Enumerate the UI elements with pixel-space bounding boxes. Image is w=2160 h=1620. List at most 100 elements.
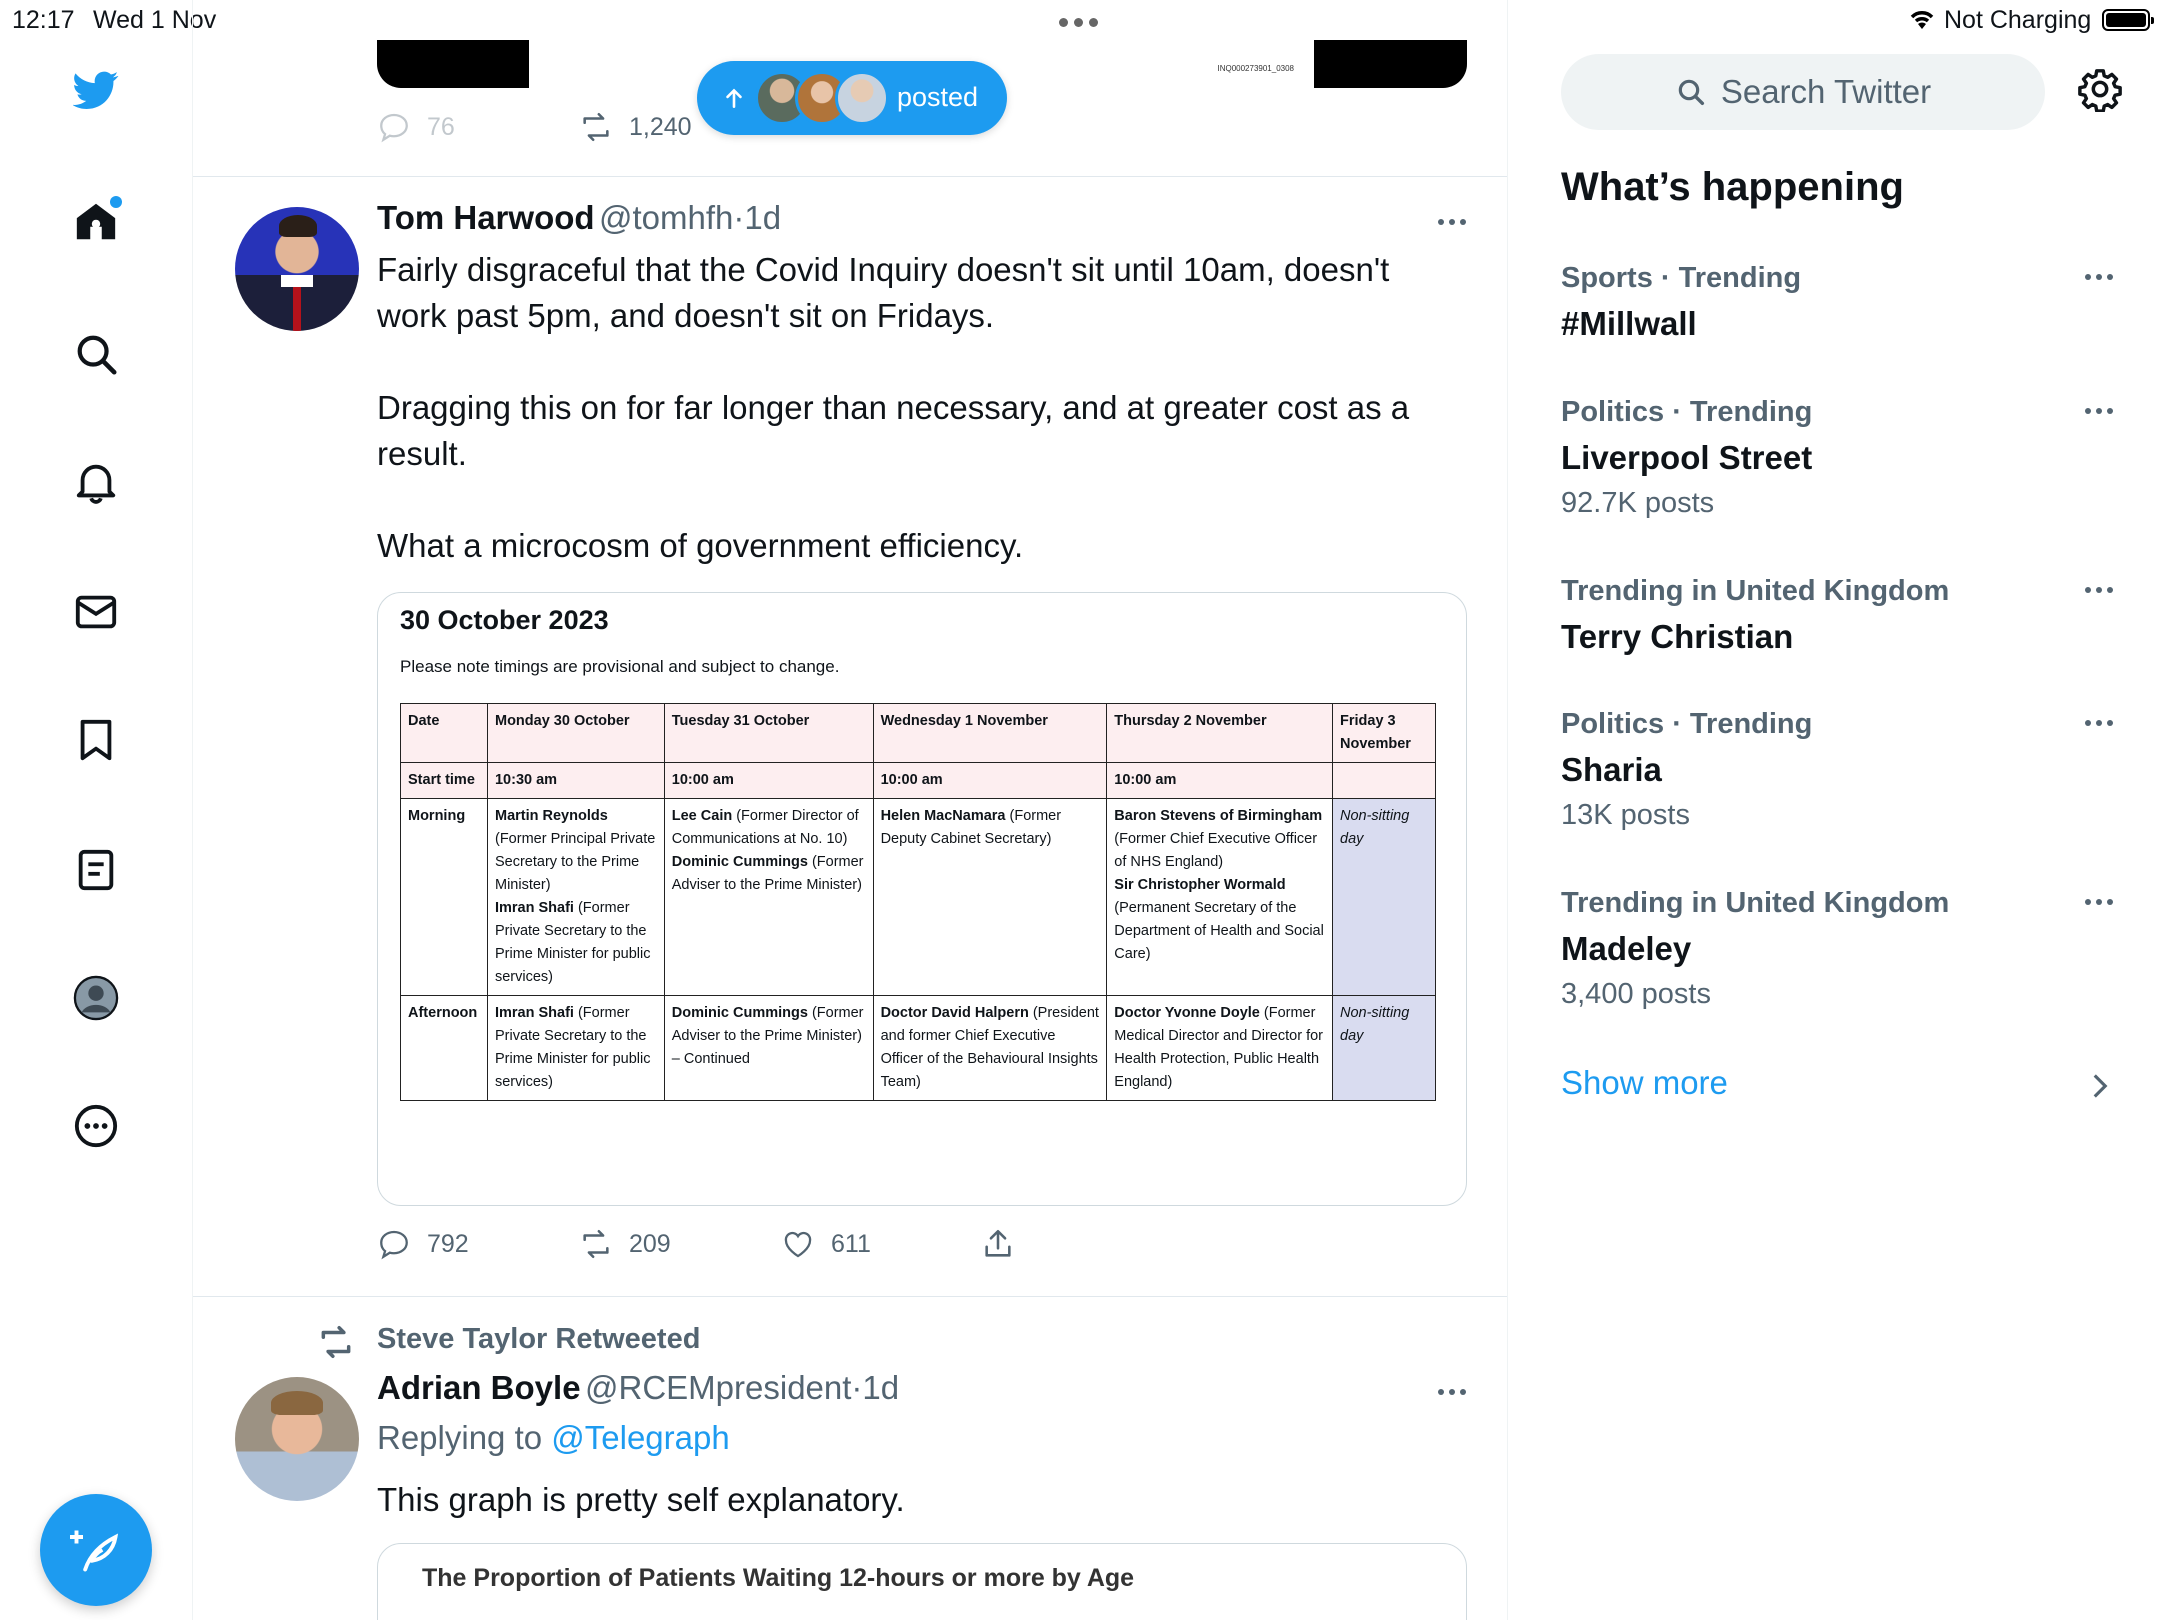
tweet[interactable]: Steve Taylor Retweeted Adrian Boyle @RCE…: [193, 1297, 1507, 1620]
heart-icon: [784, 1231, 812, 1258]
author-handle[interactable]: @RCEMpresident: [585, 1369, 851, 1406]
trend-more-button[interactable]: [2085, 587, 2113, 593]
tweet-image-graph[interactable]: The Proportion of Patients Waiting 12-ho…: [377, 1543, 1467, 1620]
settings-gear-icon[interactable]: [2077, 66, 2123, 112]
nav-lists[interactable]: [72, 846, 120, 894]
trend-item[interactable]: Trending in United Kingdom Terry Christi…: [1561, 575, 2121, 656]
document-reference: INQ000273901_0308: [1217, 64, 1294, 73]
trend-item[interactable]: Trending in United Kingdom Madeley 3,400…: [1561, 887, 2121, 1011]
author-name[interactable]: Tom Harwood: [377, 199, 595, 236]
lists-icon: [78, 849, 114, 891]
share-icon: [985, 1229, 1011, 1257]
schedule-header-cell: Monday 30 October: [486, 703, 665, 763]
schedule-note: Please note timings are provisional and …: [400, 657, 840, 676]
witness-name: Baron Stevens of Birmingham: [1114, 808, 1323, 824]
nav-notifications[interactable]: [72, 458, 120, 506]
bookmark-icon: [80, 719, 112, 761]
start-time-cell: 10:30 am: [486, 762, 665, 799]
separator-dot: ·: [733, 199, 745, 236]
schedule-header-cell: Friday 3 November: [1332, 703, 1436, 763]
right-sidebar: Search Twitter What’s happening Sports ·…: [1509, 0, 2160, 1620]
reply-button[interactable]: 792: [377, 1227, 579, 1261]
start-time-cell: 10:00 am: [872, 762, 1108, 799]
posted-label: posted: [897, 82, 979, 112]
nav-explore[interactable]: [72, 330, 120, 378]
tweet-image-schedule[interactable]: 30 October 2023 Please note timings are …: [377, 592, 1467, 1206]
witness-name: Dominic Cummings: [671, 1005, 808, 1021]
trend-post-count: 3,400 posts: [1561, 978, 1711, 1010]
reply-button[interactable]: 76: [377, 110, 579, 144]
nav-profile[interactable]: [72, 974, 120, 1022]
like-button[interactable]: 611: [781, 1227, 981, 1261]
replying-to: Replying to @Telegraph: [377, 1419, 730, 1457]
status-time: 12:17: [12, 6, 75, 34]
trend-more-button[interactable]: [2085, 274, 2113, 280]
witness-name: Martin Reynolds: [494, 808, 608, 824]
avatar[interactable]: [235, 207, 359, 331]
session-cell: Doctor Yvonne Doyle (Former Medical Dire…: [1106, 995, 1333, 1101]
retweet-button[interactable]: 209: [579, 1227, 781, 1261]
show-more-link[interactable]: Show more: [1561, 1064, 1728, 1102]
new-posts-pill[interactable]: posted: [697, 61, 1007, 135]
start-time-cell: [1332, 762, 1436, 799]
tweet-more-button[interactable]: [1438, 219, 1466, 225]
tweet[interactable]: Tom Harwood @tomhfh·1d Fairly disgracefu…: [193, 177, 1507, 1297]
bell-icon: [76, 464, 116, 504]
witness-role: (Permanent Secretary of the Department o…: [1114, 900, 1324, 962]
tweet-timestamp[interactable]: 1d: [744, 199, 781, 236]
session-cell: Helen MacNamara (Former Deputy Cabinet S…: [872, 798, 1108, 996]
trend-title: Liverpool Street: [1561, 439, 1813, 476]
tweet-more-button[interactable]: [1438, 1389, 1466, 1395]
author-handle[interactable]: @tomhfh: [599, 199, 733, 236]
session-cell: Martin Reynolds (Former Principal Privat…: [486, 798, 665, 996]
schedule-table: Date Monday 30 October Tuesday 31 October W…: [400, 703, 1436, 1101]
nav-home[interactable]: [72, 196, 122, 246]
trend-category: Trending in United Kingdom: [1561, 887, 1950, 919]
timeline[interactable]: INQ000273901_0308 76 1,240 posted Tom Ha…: [192, 0, 1508, 1620]
search-placeholder: Search Twitter: [1720, 73, 1932, 110]
home-unread-dot: [110, 196, 122, 208]
session-label: Morning: [400, 798, 488, 996]
retweet-icon: [583, 1229, 609, 1259]
twitter-logo-icon[interactable]: [72, 66, 120, 114]
nav-messages[interactable]: [72, 588, 120, 636]
start-time-cell: 10:00 am: [1106, 762, 1333, 799]
witness-name: Imran Shafi: [494, 900, 574, 916]
trend-title: #Millwall: [1561, 305, 1697, 342]
tweet-timestamp[interactable]: 1d: [862, 1369, 899, 1406]
nav-bookmarks[interactable]: [72, 716, 120, 764]
schedule-header-row: Date Monday 30 October Tuesday 31 October W…: [400, 703, 1436, 763]
retweet-icon: [583, 112, 609, 142]
poster-avatar: [835, 71, 889, 125]
left-navigation: [0, 40, 192, 1620]
trend-more-button[interactable]: [2085, 408, 2113, 414]
trend-item[interactable]: Sports · Trending #Millwall: [1561, 262, 2121, 343]
author-name[interactable]: Adrian Boyle: [377, 1369, 581, 1406]
tweet-actions: 792 209 611: [377, 1227, 1015, 1261]
search-icon: [77, 335, 117, 375]
like-count: 611: [831, 1229, 871, 1258]
replying-to-link[interactable]: @Telegraph: [551, 1419, 729, 1456]
tweet-header: Adrian Boyle @RCEMpresident·1d: [377, 1369, 899, 1407]
trend-more-button[interactable]: [2085, 720, 2113, 726]
trend-category: Politics · Trending: [1561, 708, 1813, 740]
start-time-label: Start time: [400, 762, 488, 799]
trend-item[interactable]: Politics · Trending Sharia 13K posts: [1561, 708, 2121, 832]
trend-more-button[interactable]: [2085, 899, 2113, 905]
trend-item[interactable]: Politics · Trending Liverpool Street 92.…: [1561, 396, 2121, 520]
chevron-right-icon: [2093, 1074, 2108, 1098]
avatar[interactable]: [235, 1377, 359, 1501]
trend-title: Sharia: [1561, 751, 1662, 788]
retweeted-by-label[interactable]: Steve Taylor Retweeted: [377, 1323, 700, 1356]
search-icon: [1678, 79, 1704, 106]
schedule-title: 30 October 2023: [400, 605, 609, 635]
trend-title: Terry Christian: [1561, 618, 1794, 655]
replying-prefix: Replying to: [377, 1419, 552, 1456]
session-cell: Dominic Cummings (Former Adviser to the …: [663, 995, 874, 1101]
twitter-bird-icon: [73, 71, 119, 109]
search-input[interactable]: Search Twitter: [1561, 54, 2045, 130]
share-button[interactable]: [981, 1227, 1015, 1261]
nav-more[interactable]: [72, 1102, 120, 1150]
compose-tweet-button[interactable]: [40, 1494, 152, 1606]
compose-feather-icon: [70, 1530, 119, 1572]
